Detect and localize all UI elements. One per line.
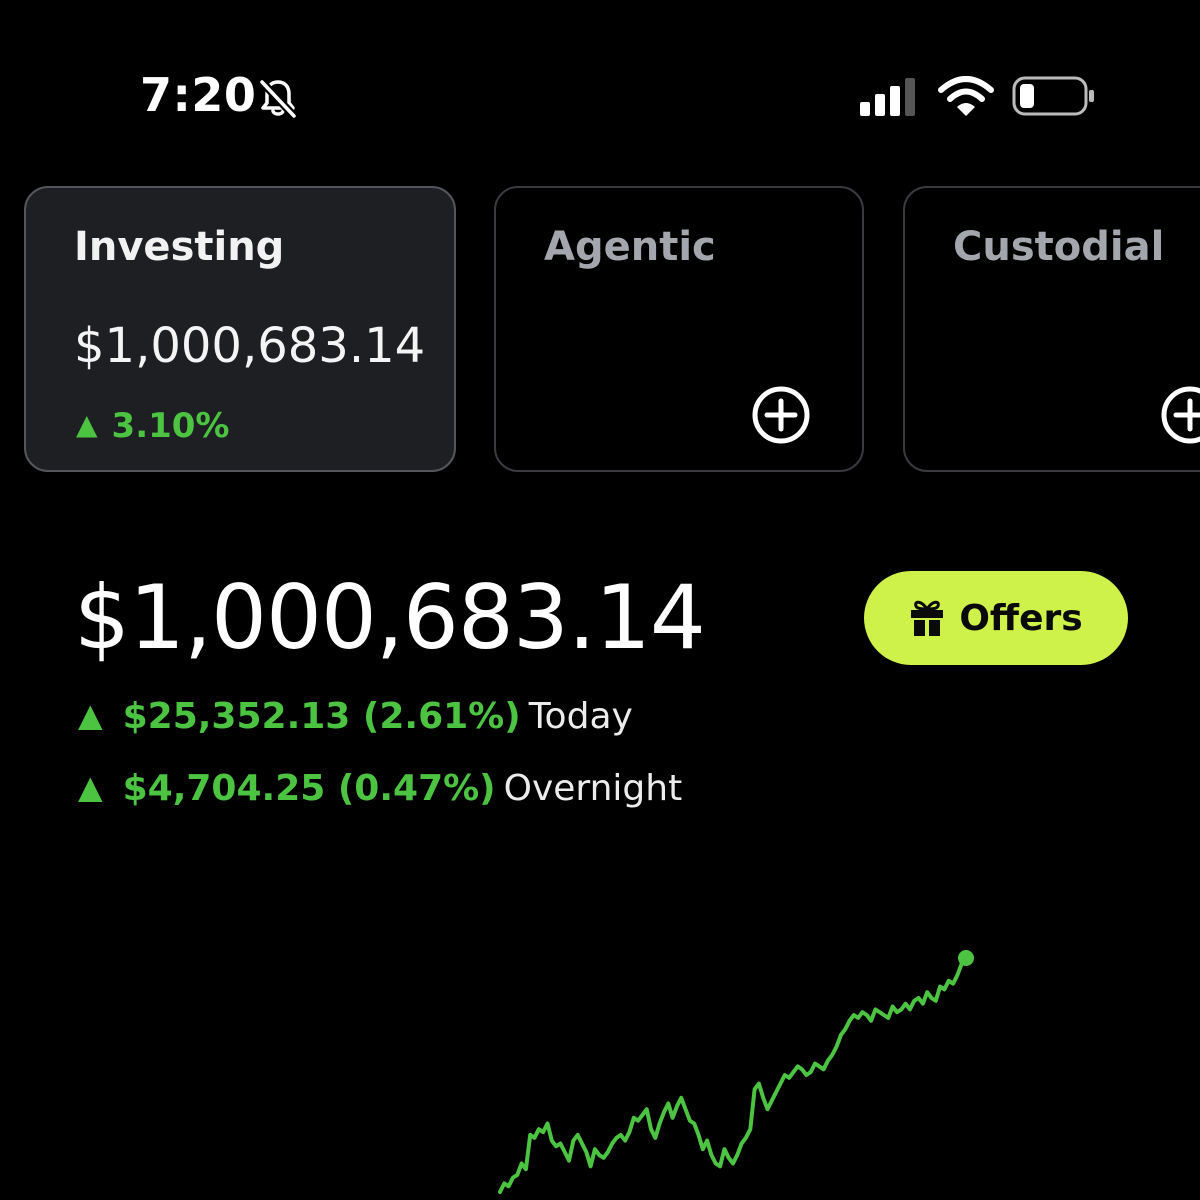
chart-line bbox=[498, 956, 968, 1194]
up-triangle-icon: ▲ bbox=[76, 408, 98, 441]
overnight-label: Overnight bbox=[503, 768, 683, 809]
status-bar: 7:20 bbox=[0, 0, 1200, 190]
plus-circle-icon[interactable] bbox=[1161, 386, 1200, 444]
card-title: Agentic bbox=[544, 224, 716, 270]
up-triangle-icon: ▲ bbox=[78, 768, 103, 806]
bell-slash-icon bbox=[259, 79, 297, 119]
card-change: ▲ 3.10% bbox=[76, 406, 230, 446]
wifi-icon bbox=[938, 76, 994, 116]
today-amount: $25,352.13 (2.61%) bbox=[122, 696, 521, 737]
change-overnight: ▲ $4,704.25 (0.47%) Overnight bbox=[78, 768, 682, 809]
card-title: Custodial bbox=[953, 224, 1165, 270]
account-card-agentic[interactable]: Agentic bbox=[494, 186, 864, 472]
plus-circle-icon[interactable] bbox=[752, 386, 810, 444]
portfolio-value: $1,000,683.14 bbox=[74, 566, 706, 669]
card-change-value: 3.10% bbox=[111, 406, 230, 446]
card-value: $1,000,683.14 bbox=[74, 318, 426, 374]
card-title: Investing bbox=[74, 224, 285, 270]
signal-icon bbox=[860, 78, 915, 116]
change-today: ▲ $25,352.13 (2.61%) Today bbox=[78, 696, 633, 737]
account-card-investing[interactable]: Investing $1,000,683.14 ▲ 3.10% bbox=[24, 186, 456, 472]
account-card-custodial[interactable]: Custodial bbox=[903, 186, 1200, 472]
offers-button[interactable]: Offers bbox=[864, 571, 1128, 665]
offers-label: Offers bbox=[959, 597, 1083, 639]
portfolio-chart[interactable] bbox=[0, 900, 1200, 1200]
up-triangle-icon: ▲ bbox=[78, 696, 103, 734]
battery-icon bbox=[1012, 76, 1094, 116]
today-label: Today bbox=[528, 696, 633, 737]
gift-icon bbox=[911, 600, 944, 636]
clock-time: 7:20 bbox=[140, 68, 257, 122]
overnight-amount: $4,704.25 (0.47%) bbox=[122, 768, 496, 809]
chart-current-point bbox=[958, 950, 974, 966]
